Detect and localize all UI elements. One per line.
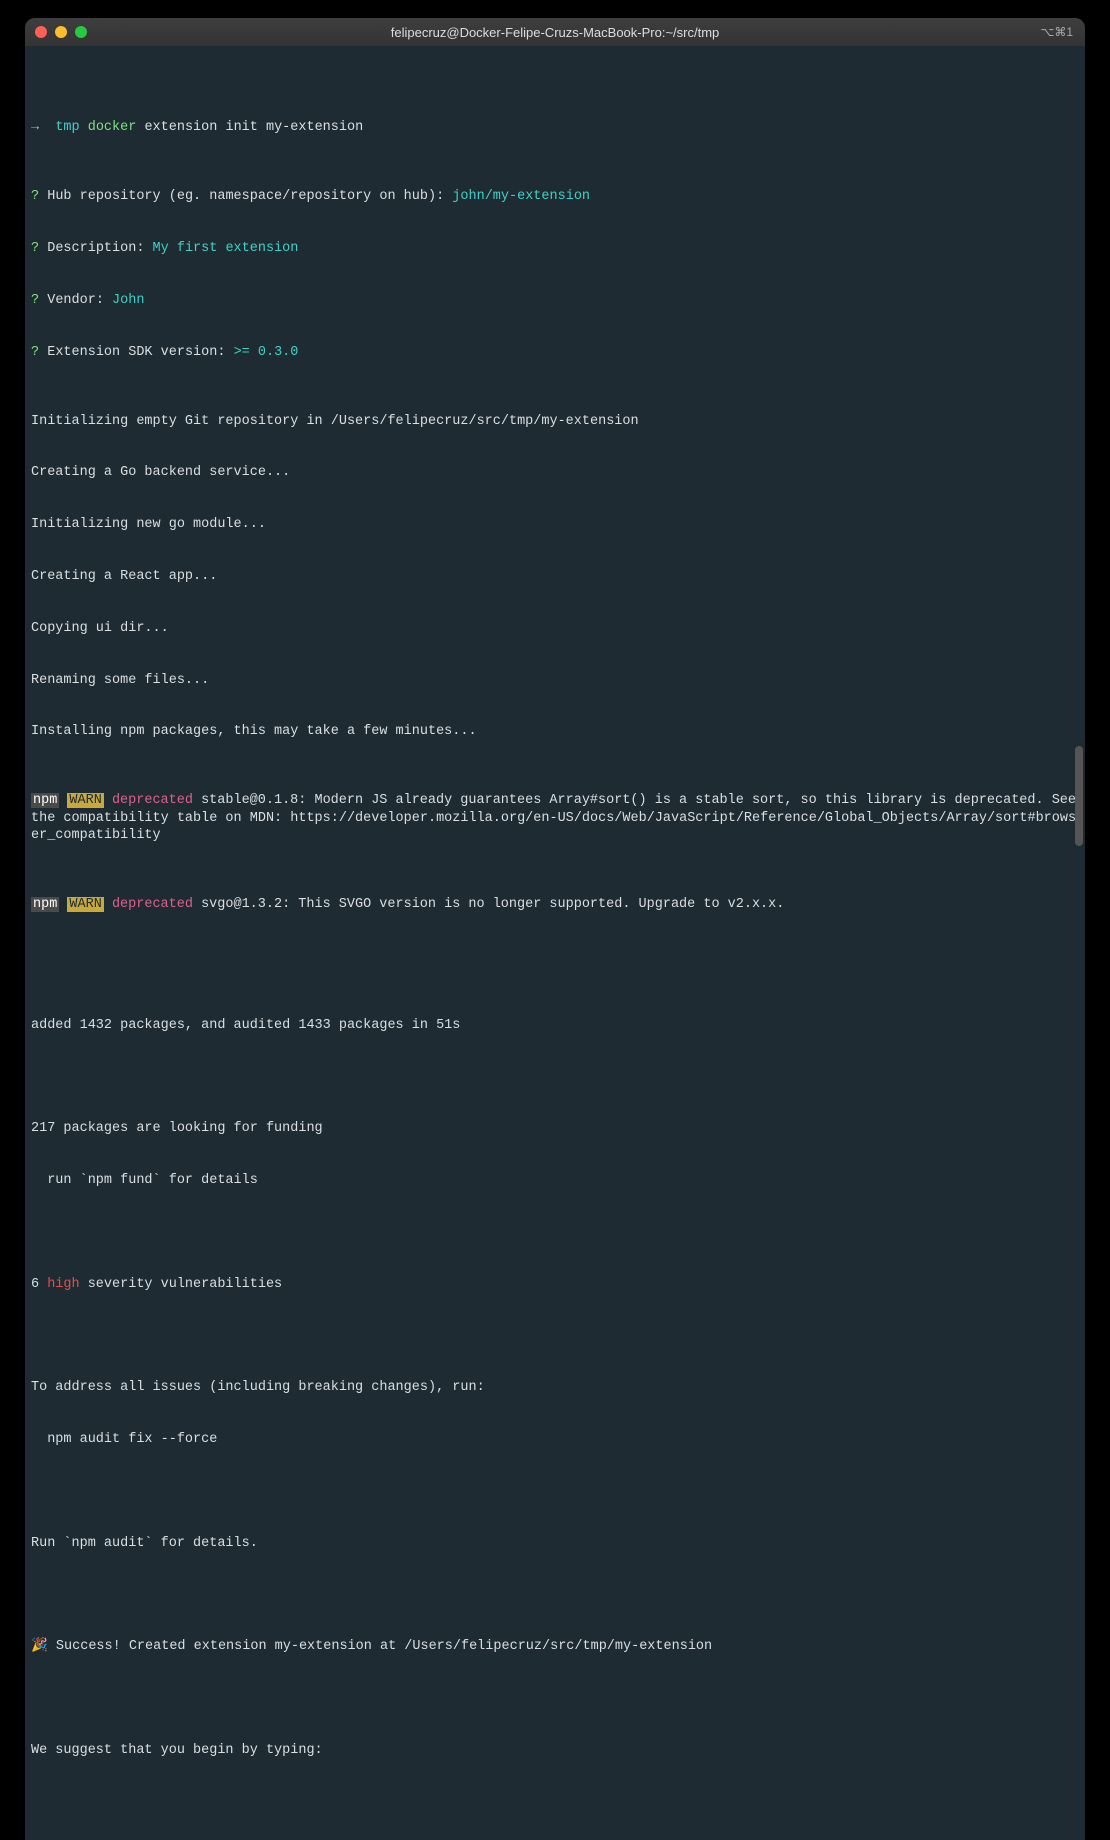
output-line: 217 packages are looking for funding	[31, 1120, 1079, 1137]
prompt-cwd: tmp	[55, 120, 79, 135]
prompt-question: ? Hub repository (eg. namespace/reposito…	[31, 188, 1079, 205]
window-title: felipecruz@Docker-Felipe-Cruzs-MacBook-P…	[25, 25, 1085, 40]
output-line: Renaming some files...	[31, 672, 1079, 689]
npm-warn-line: npm WARN deprecated svgo@1.3.2: This SVG…	[31, 896, 1079, 913]
deprecated-label: deprecated	[112, 897, 193, 912]
scrollbar-thumb[interactable]	[1075, 746, 1083, 846]
vuln-line: 6 high severity vulnerabilities	[31, 1276, 1079, 1293]
npm-badge: npm	[31, 793, 59, 808]
output-line: Creating a Go backend service...	[31, 464, 1079, 481]
npm-warn-line: npm WARN deprecated stable@0.1.8: Modern…	[31, 792, 1079, 844]
output-line: Initializing empty Git repository in /Us…	[31, 413, 1079, 430]
blank-line	[31, 1587, 1079, 1604]
severity-high: high	[47, 1277, 79, 1292]
output-line: We suggest that you begin by typing:	[31, 1742, 1079, 1759]
blank-line	[31, 1069, 1079, 1086]
output-line: Installing npm packages, this may take a…	[31, 723, 1079, 740]
prompt-question: ? Description: My first extension	[31, 240, 1079, 257]
terminal-body[interactable]: → tmp docker extension init my-extension…	[25, 46, 1085, 1840]
blank-line	[31, 1690, 1079, 1707]
hub-repo-answer: john/my-extension	[452, 189, 590, 204]
output-line: Run `npm audit` for details.	[31, 1535, 1079, 1552]
sdk-version-answer: >= 0.3.0	[234, 345, 299, 360]
command-args: extension init my-extension	[144, 120, 363, 135]
blank-line	[31, 1224, 1079, 1241]
titlebar[interactable]: felipecruz@Docker-Felipe-Cruzs-MacBook-P…	[25, 18, 1085, 46]
warn-badge: WARN	[67, 897, 103, 912]
output-line: added 1432 packages, and audited 1433 pa…	[31, 1017, 1079, 1034]
output-line: run `npm fund` for details	[31, 1172, 1079, 1189]
output-line: To address all issues (including breakin…	[31, 1379, 1079, 1396]
npm-badge: npm	[31, 897, 59, 912]
deprecated-label: deprecated	[112, 793, 193, 808]
output-line: Creating a React app...	[31, 568, 1079, 585]
prompt-line: → tmp docker extension init my-extension	[31, 119, 1079, 136]
output-line: Initializing new go module...	[31, 516, 1079, 533]
blank-line	[31, 1483, 1079, 1500]
warn-badge: WARN	[67, 793, 103, 808]
description-answer: My first extension	[153, 241, 299, 256]
command-name: docker	[88, 120, 137, 135]
prompt-question: ? Vendor: John	[31, 292, 1079, 309]
output-line: Copying ui dir...	[31, 620, 1079, 637]
blank-line	[31, 1328, 1079, 1345]
terminal-window: felipecruz@Docker-Felipe-Cruzs-MacBook-P…	[25, 18, 1085, 1840]
prompt-question: ? Extension SDK version: >= 0.3.0	[31, 344, 1079, 361]
window-shortcut-indicator: ⌥⌘1	[1040, 25, 1073, 39]
output-line: npm audit fix --force	[31, 1431, 1079, 1448]
blank-line	[31, 1794, 1079, 1811]
prompt-arrow: →	[31, 120, 39, 135]
success-line: 🎉 Success! Created extension my-extensio…	[31, 1638, 1079, 1655]
vendor-answer: John	[112, 293, 144, 308]
party-icon: 🎉	[31, 1639, 48, 1654]
blank-line	[31, 965, 1079, 982]
